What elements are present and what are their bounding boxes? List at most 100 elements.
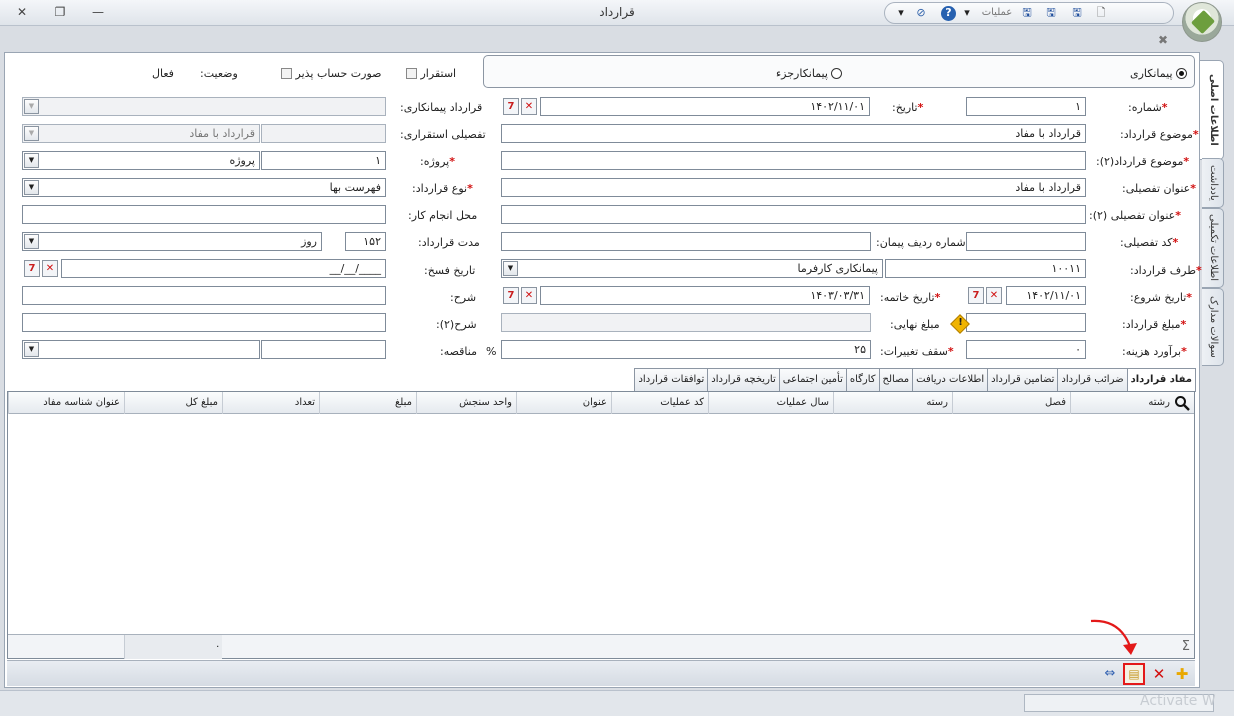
radio-subcontractor[interactable]: پیمانکارجزء [776, 67, 843, 80]
number-label: *شماره: [1128, 101, 1168, 114]
operations-menu[interactable]: عملیات [977, 6, 1017, 20]
calendar-icon[interactable]: 7 [968, 287, 984, 304]
side-tab-main-info[interactable]: اطلاعات اصلی [1200, 60, 1224, 160]
clear-icon[interactable]: ✕ [986, 287, 1002, 304]
grid-col-item-id-title[interactable]: عنوان شناسه مفاد [8, 392, 124, 414]
grid-col-chapter[interactable]: فصل [952, 392, 1070, 414]
close-form-icon[interactable]: ✖ [1156, 33, 1170, 47]
status-bar [0, 690, 1234, 716]
tender-select[interactable] [22, 340, 260, 359]
checkbox-esteghrar[interactable]: استقرار [400, 67, 456, 80]
date-input[interactable]: ۱۴۰۲/۱۱/۰۱ [540, 97, 870, 116]
clear-icon[interactable]: ✕ [521, 287, 537, 304]
clear-icon[interactable]: ✕ [521, 98, 537, 115]
grid-col-quantity[interactable]: تعداد [222, 392, 319, 414]
calendar-icon[interactable]: 7 [503, 287, 519, 304]
tab-workshop[interactable]: کارگاه [845, 368, 880, 391]
save-all-icon[interactable]: 🖫 [1043, 6, 1059, 20]
change-cap-input[interactable]: ۲۵ [501, 340, 871, 359]
estimate-input[interactable]: ۰ [966, 340, 1086, 359]
calendar-icon[interactable]: 7 [503, 98, 519, 115]
amount-input[interactable] [966, 313, 1086, 332]
calendar-icon[interactable]: 7 [24, 260, 40, 277]
chevron-down-icon[interactable]: ▼ [24, 342, 39, 357]
grid-col-title[interactable]: عنوان [516, 392, 611, 414]
radio-contractor[interactable]: پیمانکاری [1130, 67, 1188, 80]
checkbox-box [406, 68, 417, 79]
tools-icon[interactable]: ⊘ [913, 6, 929, 20]
save-as-icon[interactable]: 🖫 [1019, 6, 1035, 20]
subject-input[interactable]: قرارداد با مفاد [501, 124, 1086, 143]
party-select[interactable]: پیمانکاری کارفرما [501, 259, 883, 278]
qat-dropdown-icon[interactable]: ▾ [959, 6, 975, 20]
search-icon[interactable] [1174, 395, 1190, 411]
tab-social-security[interactable]: تأمین اجتماعی [778, 368, 847, 391]
project-select[interactable]: پروژه [22, 151, 260, 170]
grid-col-price[interactable]: مبلغ [319, 392, 416, 414]
detail-esteghrari-select[interactable]: قرارداد با مفاد [22, 124, 260, 143]
new-document-icon[interactable]: 🗋 [1093, 6, 1109, 20]
desc2-input[interactable] [22, 313, 386, 332]
grid-col-operation-year[interactable]: سال عملیات [708, 392, 833, 414]
chevron-down-icon[interactable]: ▼ [503, 261, 518, 276]
work-place-input[interactable] [22, 205, 386, 224]
radio-dot [831, 68, 843, 79]
side-tab-documents[interactable]: سوالات مدارک [1202, 288, 1224, 366]
end-date-input[interactable]: ۱۴۰۳/۰۳/۳۱ [540, 286, 870, 305]
peyman-row-input[interactable] [501, 232, 871, 251]
detail-code-input[interactable] [966, 232, 1086, 251]
detail-esteghrari-code[interactable] [261, 124, 386, 143]
grid-col-total[interactable]: مبلغ کل [124, 392, 222, 414]
tab-contract-coefficients[interactable]: ضرائب قرارداد [1057, 368, 1128, 391]
amount-label: *مبلغ قرارداد: [1122, 318, 1187, 331]
add-row-icon[interactable]: ✚ [1173, 665, 1191, 683]
chevron-down-icon[interactable]: ▼ [24, 99, 39, 114]
chevron-down-icon[interactable]: ▼ [24, 126, 39, 141]
cancel-date-input[interactable]: __/__/____ [61, 259, 386, 278]
start-date-input[interactable]: ۱۴۰۲/۱۱/۰۱ [1006, 286, 1086, 305]
detail-title-input[interactable]: قرارداد با مفاد [501, 178, 1086, 197]
chevron-down-icon[interactable]: ▼ [24, 153, 39, 168]
contract-kind-select[interactable]: فهرست بها [22, 178, 386, 197]
side-tab-notes[interactable]: یادداشت [1202, 158, 1224, 208]
tab-contract-guarantees[interactable]: تضامین قرارداد [987, 368, 1059, 391]
project-code-input[interactable]: ۱ [261, 151, 386, 170]
status-label: وضعیت: [200, 67, 238, 80]
tab-materials[interactable]: مصالح [878, 368, 914, 391]
grid-col-field[interactable]: رشته [1070, 392, 1174, 414]
detail-title2-label: *عنوان تفصیلی (۲): [1089, 209, 1181, 222]
app-logo[interactable] [1182, 2, 1222, 42]
desc-input[interactable] [22, 286, 386, 305]
resize-columns-icon[interactable]: ⇔ [1101, 665, 1119, 683]
tab-contract-agreements[interactable]: توافقات قرارداد [634, 368, 709, 391]
chevron-down-icon[interactable]: ▼ [24, 180, 39, 195]
save-icon[interactable]: 🖫 [1069, 6, 1085, 20]
detail-title2-input[interactable] [501, 205, 1086, 224]
tab-receipt-info[interactable]: اطلاعات دریافت [912, 368, 989, 391]
end-date-buttons: 7 ✕ [503, 287, 537, 306]
grid-col-operation-code[interactable]: کد عملیات [611, 392, 708, 414]
duration-input[interactable]: ۱۵۲ [345, 232, 386, 251]
grid-col-category[interactable]: رسته [833, 392, 952, 414]
grid-col-unit[interactable]: واحد سنجش [416, 392, 516, 414]
checkbox-invoice[interactable]: صورت حساب پذیر [275, 67, 381, 80]
chevron-down-icon[interactable]: ▼ [24, 234, 39, 249]
tab-contract-items[interactable]: مفاد قرارداد [1126, 368, 1196, 392]
duration-label: مدت قرارداد: [418, 236, 480, 249]
qat-menu-chevron-icon[interactable]: ▾ [893, 6, 909, 20]
clear-icon[interactable]: ✕ [42, 260, 58, 277]
tab-contract-history[interactable]: تاریخچه قرارداد [707, 368, 780, 391]
import-items-icon[interactable]: ▤ [1123, 663, 1145, 685]
radio-subcontractor-label: پیمانکارجزء [776, 67, 828, 80]
tender-code-input[interactable] [261, 340, 386, 359]
end-date-label: *تاریخ خاتمه: [880, 291, 941, 304]
delete-row-icon[interactable]: ✕ [1150, 665, 1168, 683]
subject2-input[interactable] [501, 151, 1086, 170]
party-code-input[interactable]: ۱۰۰۱۱ [885, 259, 1086, 278]
radio-dot-selected [1176, 68, 1188, 79]
contractor-contract-select[interactable]: ▼ [22, 97, 386, 116]
number-input[interactable]: ۱ [966, 97, 1086, 116]
help-icon[interactable]: ? [941, 6, 956, 21]
detail-title-label: *عنوان تفصیلی: [1122, 182, 1196, 195]
duration-unit-select[interactable]: روز [22, 232, 322, 251]
